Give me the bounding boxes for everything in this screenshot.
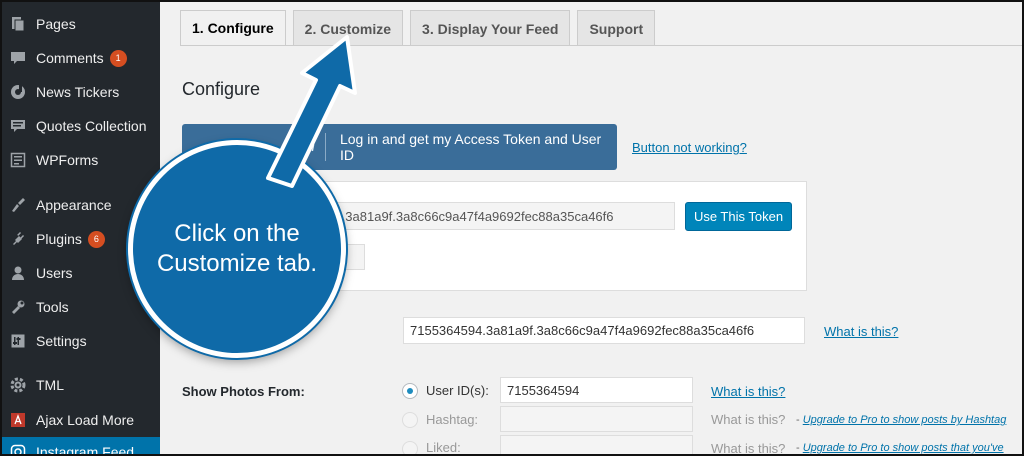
comments-icon [8, 48, 28, 68]
sidebar-item-label: Tools [36, 299, 69, 315]
sidebar-item-ajax-load-more[interactable]: Ajax Load More [0, 405, 160, 435]
liked-help-text: What is this? [711, 441, 786, 456]
sidebar-item-label: WPForms [36, 152, 99, 168]
hashtag-help-text: What is this? [711, 412, 786, 427]
sidebar-item-news-tickers[interactable]: News Tickers [0, 77, 160, 107]
access-token-help-link[interactable]: What is this? [824, 324, 898, 339]
sidebar-item-label: Ajax Load More [36, 412, 135, 428]
sidebar-item-label: Instagram Feed [36, 444, 135, 456]
user-id-radio[interactable] [402, 383, 418, 399]
callout-line-2: Customize tab. [156, 250, 318, 277]
tml-gear-icon [8, 375, 28, 395]
instruction-callout: Click on the Customize tab. [128, 140, 346, 358]
tab-customize[interactable]: 2. Customize [292, 10, 404, 46]
page-title: Configure [182, 79, 261, 99]
user-id-help-link[interactable]: What is this? [711, 384, 785, 399]
sidebar-item-tools[interactable]: Tools [0, 292, 160, 322]
hashtag-upgrade-note: - Upgrade to Pro to show posts by Hashta… [796, 414, 1007, 426]
upgrade-liked-link[interactable]: Upgrade to Pro to show posts that you've [803, 442, 1004, 454]
hashtag-radio[interactable] [402, 412, 418, 428]
hashtag-input[interactable] [500, 406, 693, 432]
sidebar-item-label: Pages [36, 16, 76, 32]
sidebar-item-comments[interactable]: Comments 1 [0, 43, 160, 73]
upgrade-hashtag-link[interactable]: Upgrade to Pro to show posts by Hashtag [803, 414, 1007, 426]
use-this-token-button[interactable]: Use This Token [685, 202, 792, 231]
sidebar-item-settings[interactable]: Settings [0, 326, 160, 356]
login-button-label: Log in and get my Access Token and User … [339, 131, 602, 163]
sidebar-item-pages[interactable]: Pages [0, 9, 160, 39]
sidebar-item-label: News Tickers [36, 84, 120, 100]
sidebar-item-label: Quotes Collection [36, 118, 147, 134]
sidebar-item-quotes-collection[interactable]: Quotes Collection [0, 111, 160, 141]
hashtag-label: Hashtag: [426, 412, 479, 427]
callout-line-1: Click on the [174, 220, 300, 247]
appearance-icon [8, 195, 28, 215]
liked-label: Liked: [426, 440, 461, 455]
pages-icon [8, 14, 28, 34]
comments-count-badge: 1 [109, 49, 127, 67]
sidebar-item-instagram-feed[interactable]: Instagram Feed [0, 437, 160, 456]
sidebar-item-label: Settings [36, 333, 87, 349]
liked-radio[interactable] [402, 441, 418, 456]
tab-configure[interactable]: 1. Configure [180, 10, 286, 46]
instagram-icon [8, 442, 28, 456]
tab-display-your-feed[interactable]: 3. Display Your Feed [410, 10, 571, 46]
user-id-input[interactable]: 7155364594 [500, 377, 693, 403]
sidebar-item-wpforms[interactable]: WPForms [0, 145, 160, 175]
plugins-icon [8, 229, 28, 249]
liked-upgrade-note: - Upgrade to Pro to show posts that you'… [796, 442, 1004, 454]
tools-icon [8, 297, 28, 317]
sidebar-item-label: Comments [36, 50, 104, 66]
button-not-working-link[interactable]: Button not working? [632, 140, 747, 155]
show-photos-label: Show Photos From: [182, 384, 305, 399]
users-icon [8, 263, 28, 283]
settings-tabs: 1. Configure 2. Customize 3. Display You… [180, 10, 662, 46]
sidebar-item-label: Appearance [36, 197, 112, 213]
news-tickers-icon [8, 82, 28, 102]
liked-input[interactable] [500, 435, 693, 456]
settings-icon [8, 331, 28, 351]
wpforms-icon [8, 150, 28, 170]
plugins-update-badge: 6 [87, 230, 105, 248]
quotes-icon [8, 116, 28, 136]
sidebar-item-tml[interactable]: TML [0, 370, 160, 400]
user-id-label: User ID(s): [426, 383, 489, 398]
tabs-divider [180, 45, 1024, 46]
sidebar-item-label: TML [36, 377, 64, 393]
access-token-input[interactable]: 7155364594.3a81a9f.3a8c66c9a47f4a9692fec… [403, 317, 805, 344]
tab-support[interactable]: Support [577, 10, 656, 46]
manual-token-input[interactable]: 594.3a81a9f.3a8c66c9a47f4a9692fec88a35ca… [313, 202, 675, 230]
sidebar-item-label: Plugins [36, 231, 82, 247]
ajax-load-more-icon [8, 410, 28, 430]
sidebar-item-label: Users [36, 265, 73, 281]
